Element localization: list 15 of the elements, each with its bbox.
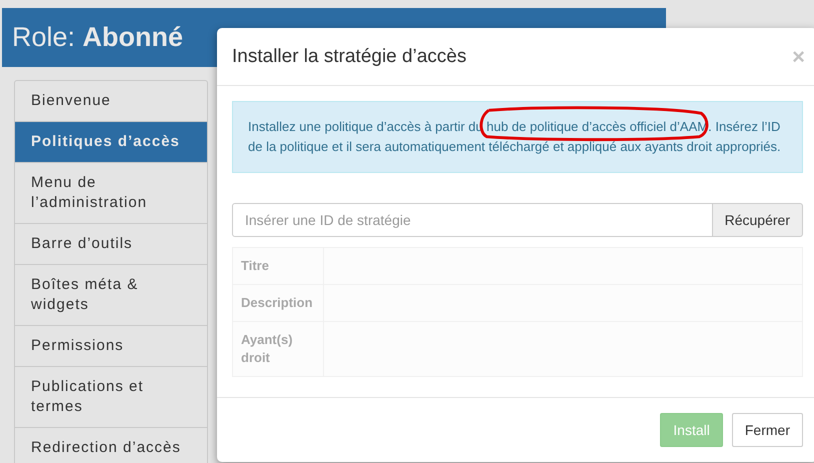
sidebar-item[interactable]: Permissions <box>15 326 207 367</box>
role-title: Role: Abonné <box>12 22 184 53</box>
sidebar-item[interactable]: Barre d’outils <box>15 224 207 265</box>
close-modal-button[interactable]: Fermer <box>732 413 803 447</box>
fetch-button[interactable]: Récupérer <box>712 203 803 237</box>
sidebar-item[interactable]: Boîtes méta & widgets <box>15 265 207 326</box>
sidebar-item[interactable]: Publications et termes <box>15 367 207 428</box>
sidebar-item[interactable]: Politiques d’accès <box>15 122 207 163</box>
policy-id-field[interactable]: Insérer une ID de stratégie <box>232 203 713 237</box>
row-label: Titre <box>233 248 324 284</box>
modal-title: Installer la stratégie d’accès <box>232 46 466 68</box>
row-label: Ayant(s) droit <box>233 322 324 376</box>
sidebar-item[interactable]: Redirection d’accès <box>15 428 207 463</box>
row-label: Description <box>233 285 324 321</box>
sidebar-item[interactable]: Menu de l’administration <box>15 163 207 224</box>
